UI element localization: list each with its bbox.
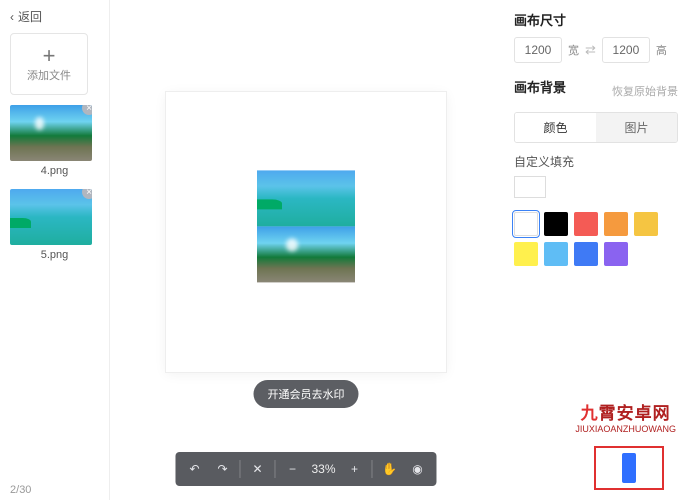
thumbnail-item[interactable]: × 5.png	[10, 189, 99, 267]
color-swatch[interactable]	[604, 212, 628, 236]
undo-button[interactable]: ↶	[181, 456, 207, 482]
custom-fill-label: 自定义填充	[514, 153, 678, 170]
canvas-content	[257, 170, 355, 282]
add-file-button[interactable]: + 添加文件	[10, 33, 88, 95]
canvas-area: 开通会员去水印 ↶ ↷ ✕ − 33% + ✋ ◉	[110, 0, 502, 500]
primary-action-button[interactable]	[622, 453, 636, 483]
zoom-level[interactable]: 33%	[307, 462, 339, 476]
color-swatch[interactable]	[514, 242, 538, 266]
color-swatch[interactable]	[514, 212, 538, 236]
color-swatch[interactable]	[574, 242, 598, 266]
color-swatch[interactable]	[634, 212, 658, 236]
zoom-in-button[interactable]: +	[342, 456, 368, 482]
width-input[interactable]	[514, 37, 562, 63]
thumbnail-item[interactable]: × 4.png	[10, 105, 99, 183]
pan-button[interactable]: ✋	[377, 456, 403, 482]
watermark-pill[interactable]: 开通会员去水印	[254, 380, 359, 408]
canvas-bg-header: 画布背景	[514, 77, 566, 96]
close-icon[interactable]: ×	[82, 189, 92, 199]
color-swatch[interactable]	[544, 242, 568, 266]
zoom-out-button[interactable]: −	[279, 456, 305, 482]
height-input[interactable]	[602, 37, 650, 63]
width-label: 宽	[568, 42, 579, 58]
color-swatch[interactable]	[544, 212, 568, 236]
thumbnail-filename: 4.png	[10, 165, 99, 177]
restore-bg-link[interactable]: 恢复原始背景	[612, 83, 678, 99]
brand-logo: 九霄安卓网 JIUXIAOANZHUOWANG	[575, 399, 676, 434]
bg-tabs: 颜色 图片	[514, 112, 678, 143]
canvas-image-1[interactable]	[257, 170, 355, 226]
canvas-image-2[interactable]	[257, 226, 355, 282]
highlight-box	[594, 446, 664, 490]
bottom-toolbar: ↶ ↷ ✕ − 33% + ✋ ◉	[175, 452, 436, 486]
shuffle-button[interactable]: ✕	[244, 456, 270, 482]
page-counter: 2/30	[10, 484, 99, 496]
tab-image[interactable]: 图片	[596, 113, 677, 142]
color-swatch[interactable]	[574, 212, 598, 236]
back-label: 返回	[18, 8, 42, 25]
plus-icon: +	[43, 45, 56, 67]
canvas-frame[interactable]	[166, 92, 446, 372]
thumbnail-image: ×	[10, 105, 92, 161]
height-label: 高	[656, 42, 667, 58]
color-swatch[interactable]	[604, 242, 628, 266]
lock-aspect-icon[interactable]: ⇄	[585, 42, 596, 58]
close-icon[interactable]: ×	[82, 105, 92, 115]
redo-button[interactable]: ↷	[209, 456, 235, 482]
add-file-label: 添加文件	[27, 67, 71, 83]
swatch-grid	[514, 212, 678, 266]
custom-color-picker[interactable]	[514, 176, 546, 198]
canvas-size-header: 画布尺寸	[514, 10, 678, 29]
chevron-left-icon: ‹	[10, 10, 14, 24]
thumbnail-filename: 5.png	[10, 249, 99, 261]
tab-color[interactable]: 颜色	[515, 113, 596, 142]
fit-button[interactable]: ◉	[405, 456, 431, 482]
thumbnail-image: ×	[10, 189, 92, 245]
back-button[interactable]: ‹ 返回	[10, 8, 99, 25]
